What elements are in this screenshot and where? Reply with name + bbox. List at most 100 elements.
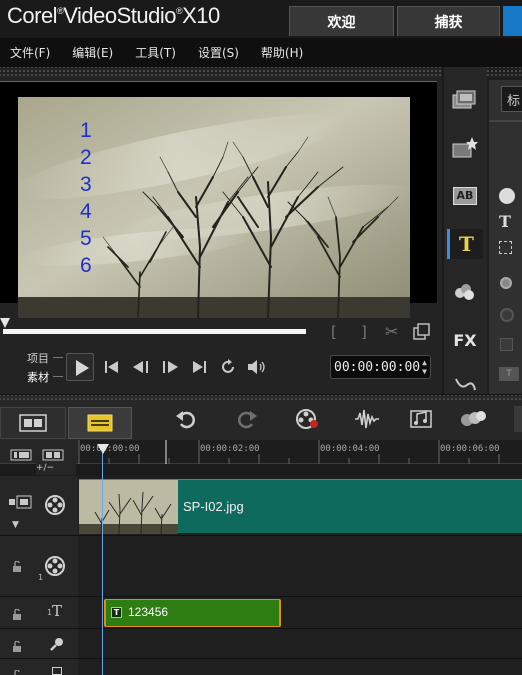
previous-frame-icon[interactable] bbox=[131, 359, 153, 379]
track-visibility-icon[interactable] bbox=[12, 606, 24, 625]
title-clip-icon: T bbox=[111, 607, 122, 618]
track-manager-icon[interactable] bbox=[10, 446, 32, 465]
volume-icon[interactable] bbox=[246, 358, 268, 380]
mode-clip-label[interactable]: 素材 bbox=[27, 369, 49, 385]
ruler-label: 00:00:02:00 bbox=[200, 444, 260, 454]
track-visibility-icon[interactable] bbox=[12, 665, 24, 675]
mode-connector bbox=[53, 357, 63, 358]
expand-track-icon[interactable]: ▼ bbox=[12, 520, 19, 530]
play-button[interactable] bbox=[66, 353, 94, 381]
transition-label: AB bbox=[453, 187, 477, 205]
title-track-icon[interactable]: T bbox=[52, 602, 62, 620]
instant-project-icon[interactable] bbox=[450, 135, 480, 161]
track-visibility-icon[interactable] bbox=[12, 638, 24, 657]
auto-music-icon[interactable] bbox=[407, 406, 437, 432]
track-visibility-icon[interactable] bbox=[12, 558, 24, 577]
transition-icon[interactable]: AB bbox=[450, 183, 480, 209]
music-track[interactable] bbox=[78, 659, 522, 675]
overlay-number-5: 5 bbox=[80, 227, 92, 250]
text-icon[interactable]: T bbox=[499, 212, 511, 231]
record-capture-icon[interactable] bbox=[293, 406, 323, 432]
timeline-view-button[interactable] bbox=[68, 407, 132, 439]
storyboard-view-button[interactable] bbox=[0, 407, 66, 439]
scrubber-handle[interactable] bbox=[0, 318, 10, 328]
playhead-handle[interactable] bbox=[97, 444, 109, 454]
ruler-label: 00:00:04:00 bbox=[320, 444, 380, 454]
mode-project-label[interactable]: 项目 bbox=[27, 350, 49, 366]
overlay-track-header: 1 bbox=[0, 536, 78, 597]
menu-tools[interactable]: 工具(T) bbox=[135, 44, 176, 61]
radio-option[interactable] bbox=[500, 308, 514, 322]
panel-grip[interactable] bbox=[0, 395, 522, 401]
title-library-icon[interactable]: T bbox=[447, 229, 483, 259]
timecode-value: 00:00:00:00 bbox=[334, 359, 421, 375]
next-frame-icon[interactable] bbox=[159, 359, 181, 379]
ruler-label: 00:00:00:00 bbox=[80, 444, 140, 454]
go-to-end-icon[interactable] bbox=[190, 359, 208, 379]
video-clip-name: SP-I02.jpg bbox=[183, 499, 244, 514]
track-manager-header bbox=[0, 440, 78, 464]
track-visibility-icon[interactable] bbox=[8, 494, 32, 513]
overlay-number-1: 1 bbox=[80, 119, 92, 142]
filter-fx-icon[interactable]: FX bbox=[450, 327, 480, 353]
checkbox[interactable] bbox=[500, 338, 513, 351]
enlarge-preview-icon[interactable] bbox=[412, 323, 430, 345]
title-clip[interactable]: T 123456 bbox=[104, 599, 281, 627]
overlay-number-6: 6 bbox=[80, 254, 92, 277]
mark-out-button[interactable]: ] bbox=[361, 323, 367, 341]
repeat-icon[interactable] bbox=[219, 358, 237, 380]
graphics-icon[interactable] bbox=[450, 279, 480, 305]
menu-settings[interactable]: 设置(S) bbox=[198, 44, 239, 61]
tab-welcome[interactable]: 欢迎 bbox=[289, 6, 394, 36]
overlay-track-icon[interactable] bbox=[44, 555, 66, 581]
preview-window[interactable]: 1 2 3 4 5 6 bbox=[0, 81, 437, 318]
menu-help[interactable]: 帮助(H) bbox=[261, 44, 303, 61]
music-track-icon[interactable] bbox=[52, 667, 62, 675]
video-track-header: ▼ bbox=[0, 476, 78, 536]
timeline-ruler[interactable]: 00:00:00:00 00:00:02:00 00:00:04:00 00:0… bbox=[78, 440, 522, 464]
storyboard-icon bbox=[19, 414, 47, 432]
player-panel: 1 2 3 4 5 6 [ ] ✂ 项目 素材 00:00:00:00 ▲ ▼ bbox=[0, 67, 442, 394]
radio-option[interactable] bbox=[500, 277, 512, 289]
library-dropdown[interactable]: 标 bbox=[501, 86, 522, 112]
sound-mixer-icon[interactable] bbox=[352, 406, 382, 432]
menu-file[interactable]: 文件(F) bbox=[10, 44, 50, 61]
timecode-spinner[interactable]: ▲ ▼ bbox=[422, 358, 427, 376]
split-clip-icon[interactable]: ✂ bbox=[385, 322, 398, 341]
timecode-field[interactable]: 00:00:00:00 ▲ ▼ bbox=[330, 355, 431, 379]
video-clip[interactable]: SP-I02.jpg bbox=[79, 479, 522, 534]
preview-image: 1 2 3 4 5 6 bbox=[18, 97, 410, 318]
overlay-track[interactable] bbox=[78, 536, 522, 597]
go-to-start-icon[interactable] bbox=[103, 359, 121, 379]
add-remove-tracks[interactable]: +/− bbox=[36, 463, 76, 475]
overlay-number-4: 4 bbox=[80, 200, 92, 223]
music-track-header bbox=[0, 659, 78, 675]
undo-icon[interactable] bbox=[172, 406, 200, 432]
pie-chart-icon[interactable] bbox=[499, 188, 515, 204]
media-library-icon[interactable] bbox=[450, 87, 480, 113]
video-track-icon[interactable] bbox=[44, 494, 66, 520]
app-logo: Corel®VideoStudio®X10 bbox=[7, 3, 220, 28]
microphone-icon[interactable] bbox=[50, 636, 64, 655]
title-track-header: 1 T bbox=[0, 597, 78, 629]
mode-connector bbox=[53, 376, 63, 377]
divider bbox=[489, 120, 522, 122]
motion-tracking-icon[interactable] bbox=[458, 406, 488, 432]
ruler-label: 00:00:06:00 bbox=[440, 444, 500, 454]
clip-thumbnail bbox=[79, 480, 178, 534]
panel-grip[interactable] bbox=[0, 67, 442, 77]
menu-edit[interactable]: 编辑(E) bbox=[72, 44, 113, 61]
mark-in-button[interactable]: [ bbox=[331, 323, 337, 341]
playhead-line[interactable] bbox=[102, 446, 103, 675]
tab-capture[interactable]: 捕获 bbox=[397, 6, 500, 36]
more-tools-button[interactable] bbox=[514, 406, 522, 432]
redo-icon[interactable] bbox=[233, 406, 261, 432]
scrubber-bar[interactable] bbox=[3, 329, 306, 334]
overlay-number-2: 2 bbox=[80, 146, 92, 169]
tab-edit[interactable] bbox=[503, 6, 522, 36]
text-style-icon[interactable]: T bbox=[499, 367, 519, 381]
timeline-icon bbox=[87, 414, 113, 432]
voice-track[interactable] bbox=[78, 629, 522, 659]
library-category-strip: AB T FX bbox=[444, 67, 487, 394]
box-icon[interactable] bbox=[499, 241, 512, 254]
